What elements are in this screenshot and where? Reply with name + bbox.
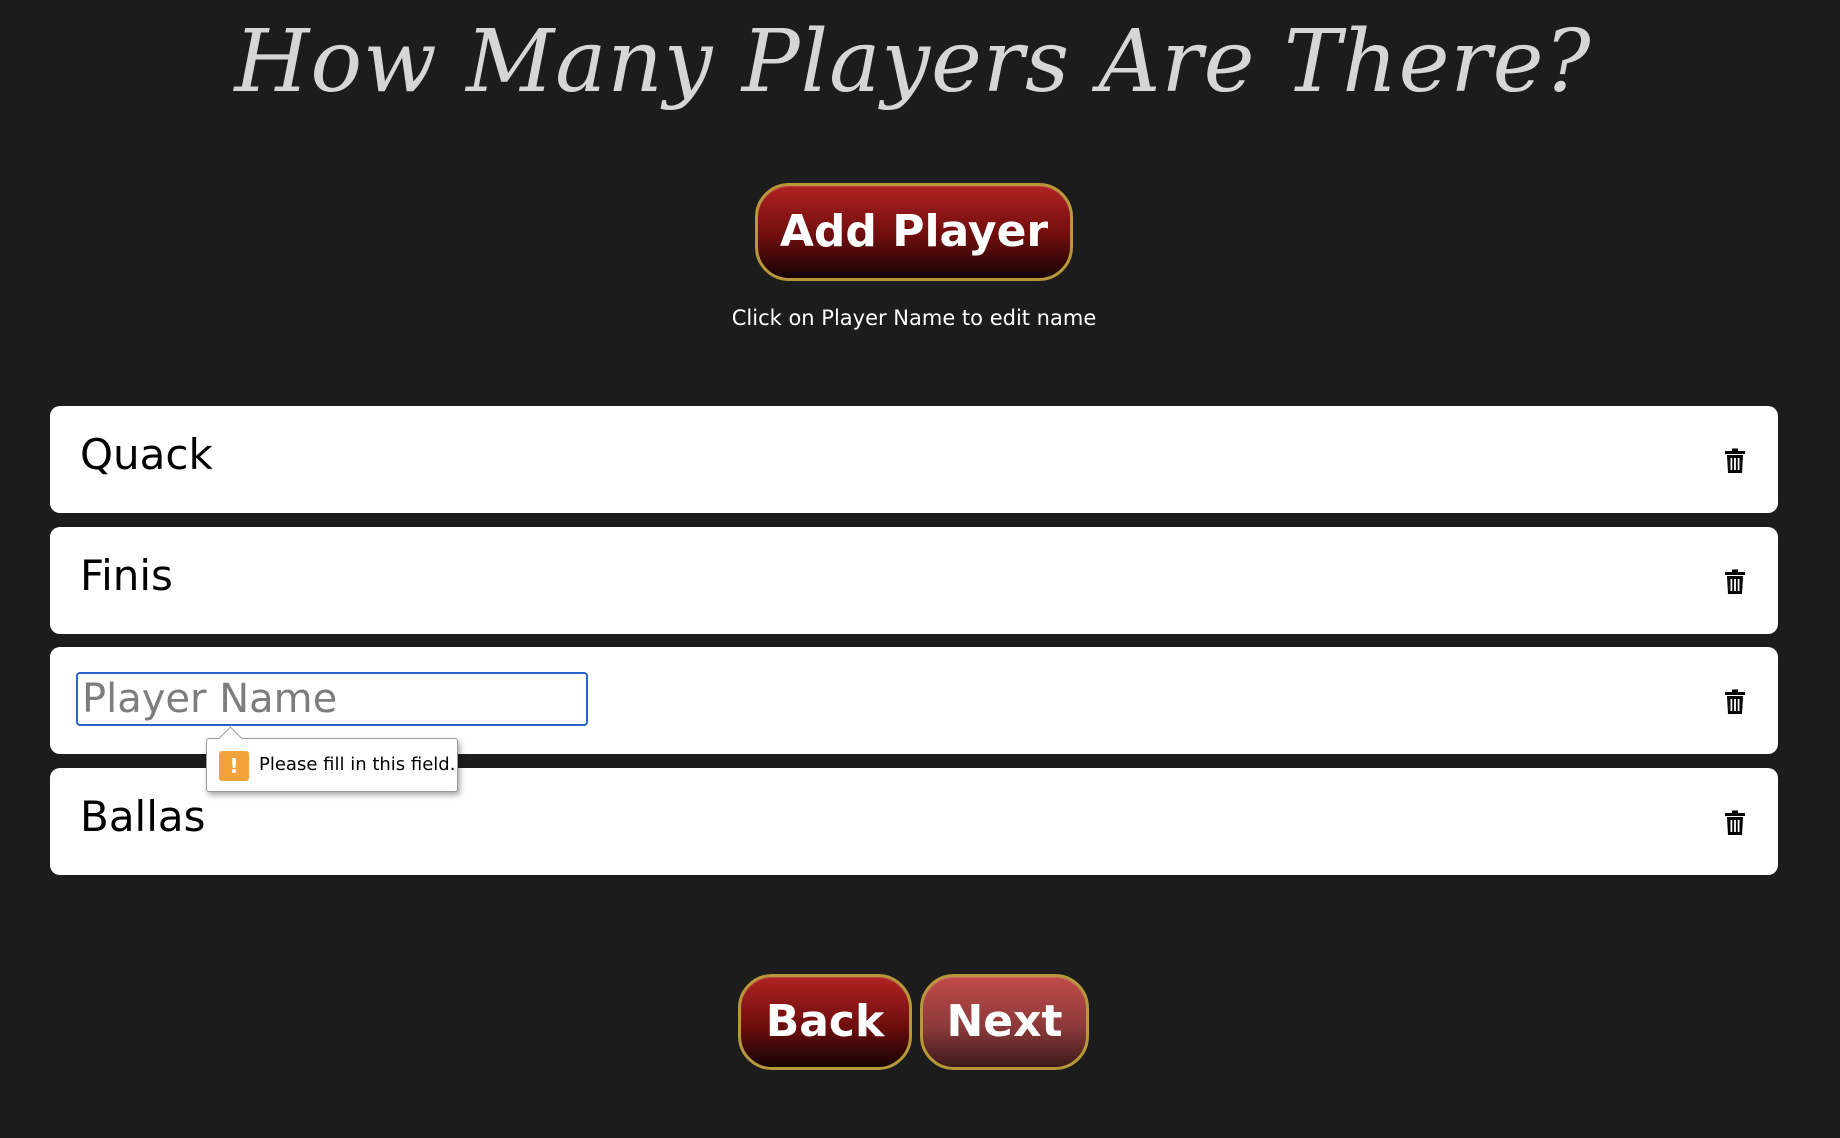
trash-icon[interactable] [1724, 569, 1746, 595]
add-player-button[interactable]: Add Player [755, 183, 1073, 281]
validation-message: Please fill in this field. [259, 754, 456, 775]
player-name[interactable]: Ballas [80, 792, 206, 841]
validation-tooltip: ! Please fill in this field. [206, 726, 458, 792]
page-title: How Many Players Are There? [234, 12, 1592, 112]
trash-icon[interactable] [1724, 689, 1746, 715]
player-row: Quack [50, 406, 1778, 513]
edit-hint: Click on Player Name to edit name [731, 306, 1097, 330]
player-name[interactable]: Finis [80, 551, 173, 600]
back-button[interactable]: Back [738, 974, 912, 1070]
player-name[interactable]: Quack [80, 430, 213, 479]
trash-icon[interactable] [1724, 810, 1746, 836]
warning-icon: ! [219, 751, 249, 781]
player-row: Finis [50, 527, 1778, 634]
player-name-input[interactable] [76, 672, 588, 726]
next-button[interactable]: Next [920, 974, 1089, 1070]
trash-icon[interactable] [1724, 448, 1746, 474]
